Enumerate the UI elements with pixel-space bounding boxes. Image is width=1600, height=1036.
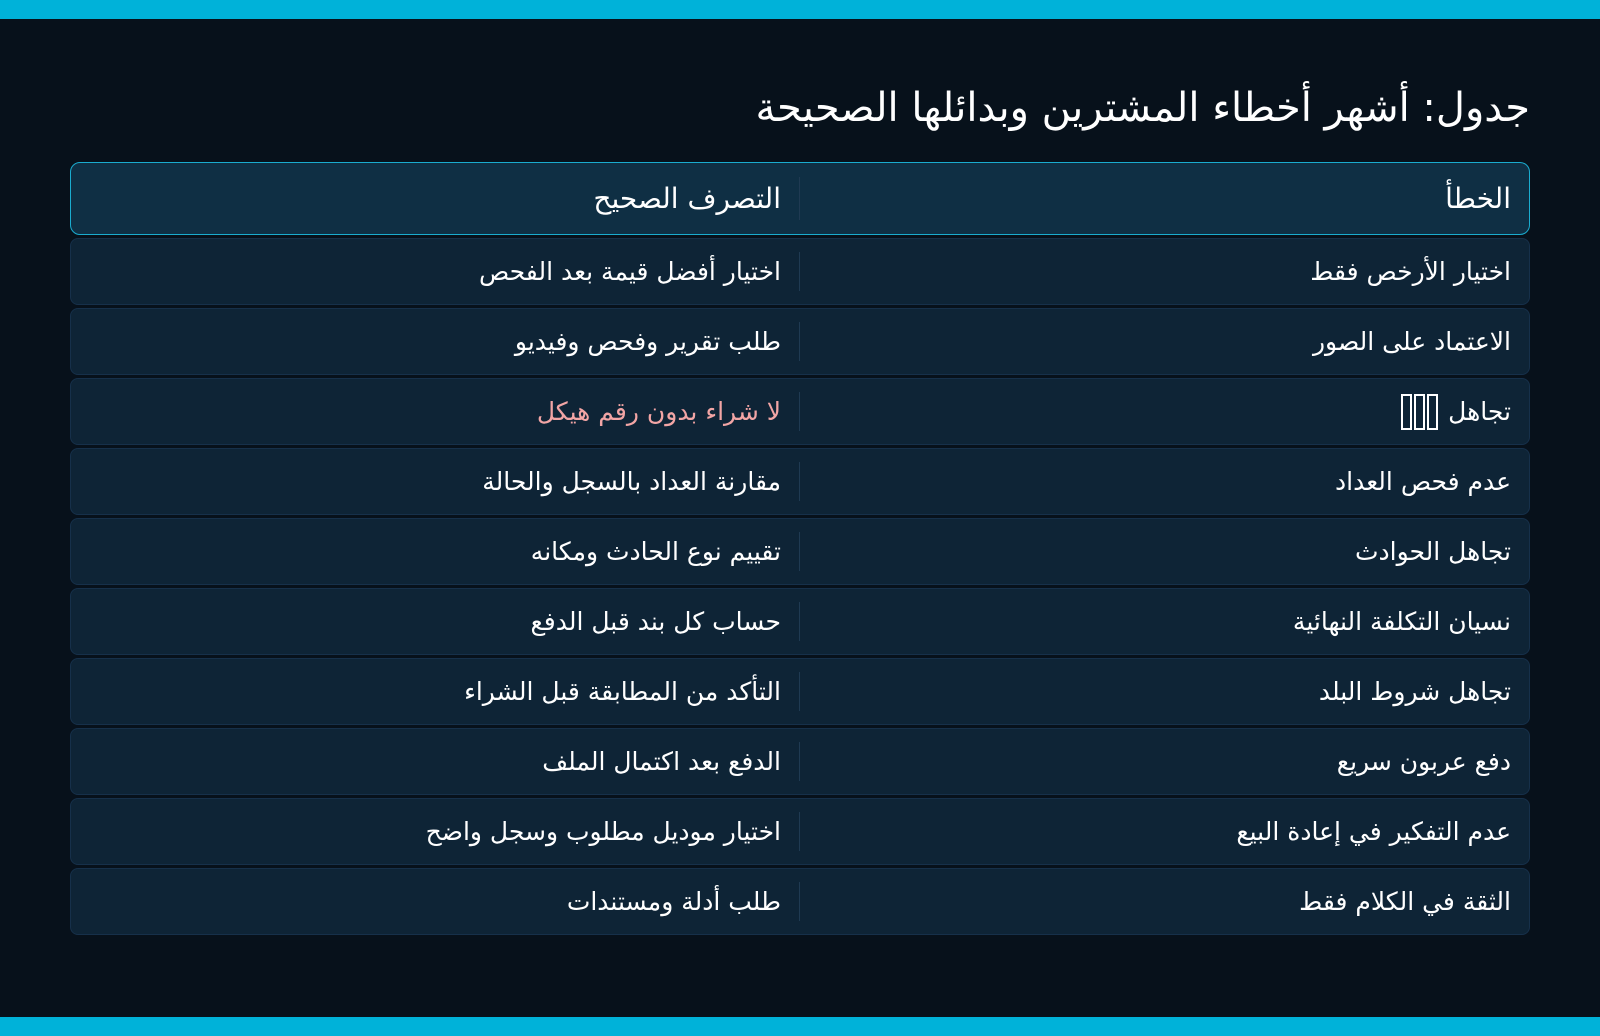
header-mistake: الخطأ xyxy=(799,177,1529,220)
correct-cell: تقييم نوع الحادث ومكانه xyxy=(530,537,781,566)
table-row: الثقة في الكلام فقط طلب أدلة ومستندات xyxy=(70,868,1530,935)
mistake-cell: تجاهل شروط البلد xyxy=(799,672,1529,711)
correct-cell: اختيار موديل مطلوب وسجل واضح xyxy=(425,817,781,846)
table-header-row: الخطأ التصرف الصحيح xyxy=(70,162,1530,235)
mistake-cell: تجاهل الحوادث xyxy=(799,532,1529,571)
correct-cell: مقارنة العداد بالسجل والحالة xyxy=(482,467,781,496)
table-row: دفع عربون سريع الدفع بعد اكتمال الملف xyxy=(70,728,1530,795)
table-row: تجاهل لا شراء بدون رقم هيكل xyxy=(70,378,1530,445)
correct-cell: طلب أدلة ومستندات xyxy=(566,887,781,916)
correct-cell: الدفع بعد اكتمال الملف xyxy=(542,747,781,776)
mistake-cell: عدم التفكير في إعادة البيع xyxy=(799,812,1529,851)
table-row: عدم التفكير في إعادة البيع اختيار موديل … xyxy=(70,798,1530,865)
top-accent-bar xyxy=(0,0,1600,19)
correct-cell: حساب كل بند قبل الدفع xyxy=(530,607,781,636)
correct-cell: اختيار أفضل قيمة بعد الفحص xyxy=(479,257,781,286)
page-title: جدول: أشهر أخطاء المشترين وبدائلها الصحي… xyxy=(755,85,1530,131)
mistake-cell: دفع عربون سريع xyxy=(799,742,1529,781)
mistake-cell: نسيان التكلفة النهائية xyxy=(799,602,1529,641)
mistake-cell: تجاهل xyxy=(799,392,1529,431)
correct-cell: التأكد من المطابقة قبل الشراء xyxy=(464,677,781,706)
missing-glyph-icon xyxy=(1401,393,1439,430)
table-row: الاعتماد على الصور طلب تقرير وفحص وفيديو xyxy=(70,308,1530,375)
table-row: تجاهل شروط البلد التأكد من المطابقة قبل … xyxy=(70,658,1530,725)
table-row: تجاهل الحوادث تقييم نوع الحادث ومكانه xyxy=(70,518,1530,585)
correct-cell-warning: لا شراء بدون رقم هيكل xyxy=(536,397,781,426)
correct-cell: طلب تقرير وفحص وفيديو xyxy=(514,327,781,356)
mistake-cell: اختيار الأرخص فقط xyxy=(799,252,1529,291)
header-correct: التصرف الصحيح xyxy=(593,182,781,215)
table-row: عدم فحص العداد مقارنة العداد بالسجل والح… xyxy=(70,448,1530,515)
mistake-cell: عدم فحص العداد xyxy=(799,462,1529,501)
mistake-text: تجاهل xyxy=(1448,397,1511,426)
mistakes-table: الخطأ التصرف الصحيح اختيار الأرخص فقط اخ… xyxy=(70,162,1530,938)
table-row: اختيار الأرخص فقط اختيار أفضل قيمة بعد ا… xyxy=(70,238,1530,305)
table-row: نسيان التكلفة النهائية حساب كل بند قبل ا… xyxy=(70,588,1530,655)
mistake-cell: الثقة في الكلام فقط xyxy=(799,882,1529,921)
mistake-cell: الاعتماد على الصور xyxy=(799,322,1529,361)
bottom-accent-bar xyxy=(0,1017,1600,1036)
